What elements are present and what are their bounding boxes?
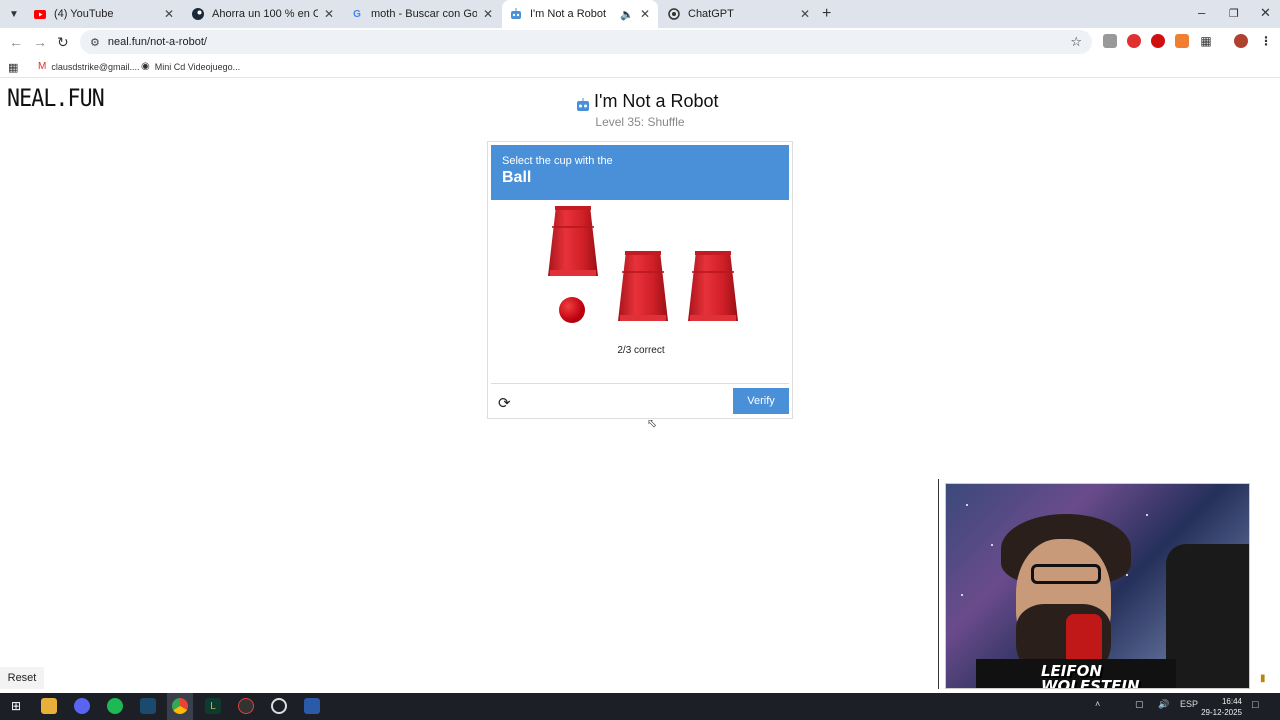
tab-title: ChatGPT [688, 8, 734, 20]
page-title-text: I'm Not a Robot [594, 91, 719, 111]
forward-arrow-icon[interactable]: → [33, 34, 47, 50]
robot-icon [576, 95, 590, 111]
close-icon[interactable]: ✕ [164, 7, 174, 21]
tab-title: moth - Buscar con Google [371, 8, 477, 20]
globe-icon: ◉ [141, 61, 150, 72]
spotify-icon[interactable] [107, 698, 123, 714]
youtube-icon [34, 8, 46, 20]
tab-search-button[interactable]: ▼ [4, 4, 24, 24]
file-explorer-icon[interactable] [41, 698, 57, 714]
bookmark-label: Mini Cd Videojuego... [154, 61, 241, 72]
new-tab-icon[interactable]: + [822, 5, 831, 23]
bookmark-mini-cd[interactable]: ◉ Mini Cd Videojuego... [141, 61, 240, 72]
refresh-icon[interactable]: ⟳ [498, 394, 511, 412]
cup-1[interactable] [546, 204, 600, 280]
minimize-icon[interactable]: – [1198, 5, 1205, 20]
tray-chevron-icon[interactable]: ˄ [1095, 699, 1100, 709]
network-icon[interactable]: ▢ [1135, 699, 1144, 710]
restore-icon[interactable]: ❐ [1229, 7, 1239, 20]
window-close-icon[interactable]: ✕ [1260, 5, 1271, 21]
close-icon[interactable]: ✕ [800, 7, 810, 21]
notifications-icon[interactable]: □ [1252, 699, 1259, 711]
settings-gear-icon[interactable] [271, 698, 287, 714]
ball [559, 297, 585, 323]
clock-time: 16:44 [1221, 697, 1242, 706]
level-subtitle: Level 35: Shuffle [595, 115, 685, 129]
apps-grid-icon[interactable]: ▦ [8, 61, 18, 74]
chrome-icon[interactable] [172, 698, 188, 714]
cup-2[interactable] [616, 249, 670, 325]
extension-icon[interactable] [1103, 34, 1117, 48]
steam-taskbar-icon[interactable] [140, 698, 156, 714]
tab-title: Ahorra un 100 % en Caveman W [212, 8, 318, 20]
steam-icon [192, 8, 204, 20]
google-icon: G [353, 8, 361, 20]
menu-kebab-icon[interactable]: ⋮ [1259, 34, 1273, 48]
windows-taskbar: ⊞ L ˄ ▢ 🔊 ESP 16:44 29-12-2025 □ [0, 693, 1280, 720]
page-title: I'm Not a Robot [576, 91, 719, 112]
speaker-icon[interactable]: 🔈 [620, 8, 634, 21]
back-arrow-icon[interactable]: ← [9, 34, 23, 50]
close-icon[interactable]: ✕ [483, 7, 493, 21]
puzzle-icon[interactable]: ▦ [1199, 34, 1213, 48]
captcha-header: Select the cup with the Ball [491, 145, 789, 200]
bookmark-star-icon[interactable]: ☆ [1070, 34, 1082, 50]
bookmark-label: clausdstrike@gmail.... [51, 61, 140, 72]
robot-icon [510, 8, 522, 20]
reset-button[interactable]: Reset [0, 667, 44, 689]
volume-icon[interactable]: 🔊 [1158, 699, 1169, 710]
league-icon[interactable]: L [205, 698, 221, 714]
glasses [1031, 564, 1101, 584]
tab-not-a-robot[interactable]: I'm Not a Robot 🔈 ✕ [502, 0, 658, 28]
chatgpt-icon [668, 8, 680, 20]
divider [938, 479, 939, 689]
bookmark-gmail[interactable]: M clausdstrike@gmail.... [38, 61, 140, 72]
captcha-footer: ⟳ Verify [491, 383, 789, 417]
clock-date: 29-12-2025 [1201, 708, 1242, 717]
captcha-widget: Select the cup with the Ball 2/3 correct… [487, 141, 793, 419]
profile-avatar[interactable] [1234, 34, 1248, 48]
language-indicator[interactable]: ESP [1180, 699, 1198, 709]
trash-icon[interactable]: ▮ [1260, 673, 1266, 684]
metamask-icon[interactable] [1175, 34, 1189, 48]
windows-start-icon[interactable]: ⊞ [8, 698, 24, 714]
captcha-target: Ball [502, 169, 532, 186]
neal-fun-logo[interactable]: NEAL.FUN [7, 84, 105, 112]
system-clock[interactable]: 16:44 29-12-2025 [1201, 696, 1242, 718]
mouse-cursor-icon: ⬁ [647, 416, 658, 430]
tab-steam[interactable]: Ahorra un 100 % en Caveman W ✕ [184, 0, 342, 28]
adblock-icon[interactable] [1127, 34, 1141, 48]
opera-icon[interactable] [1151, 34, 1165, 48]
cup-3[interactable] [686, 249, 740, 325]
tab-youtube[interactable]: (4) YouTube ✕ [26, 0, 182, 28]
captcha-instruction: Select the cup with the [502, 155, 613, 167]
verify-button[interactable]: Verify [733, 388, 789, 414]
tab-google[interactable]: G moth - Buscar con Google ✕ [343, 0, 501, 28]
tab-chatgpt[interactable]: ChatGPT ✕ [660, 0, 818, 28]
tab-title: I'm Not a Robot [530, 8, 607, 20]
streamer-logo: LEIFON WOLFSTEIN [1041, 664, 1140, 689]
chair [1166, 544, 1249, 688]
bookmarks-bar: ▦ M clausdstrike@gmail.... ◉ Mini Cd Vid… [0, 56, 1280, 78]
address-bar[interactable]: ⚙ neal.fun/not-a-robot/ ☆ [80, 30, 1092, 54]
obs-icon[interactable] [238, 698, 254, 714]
page-content: NEAL.FUN I'm Not a Robot Level 35: Shuff… [0, 79, 1280, 693]
discord-icon[interactable] [74, 698, 90, 714]
url-text: neal.fun/not-a-robot/ [107, 36, 207, 48]
tab-title: (4) YouTube [54, 8, 114, 20]
site-info-icon[interactable]: ⚙ [90, 36, 100, 49]
close-icon[interactable]: ✕ [324, 7, 334, 21]
score-text: 2/3 correct [617, 345, 665, 356]
webcam-overlay: LEIFON WOLFSTEIN [945, 483, 1250, 689]
gmail-icon: M [38, 61, 47, 72]
chevron-down-icon: ▼ [9, 8, 19, 20]
browser-tab-bar: ▼ (4) YouTube ✕ Ahorra un 100 % en Cavem… [0, 0, 1280, 28]
cups-area [488, 202, 794, 332]
app-window-icon[interactable] [304, 698, 320, 714]
logo-line-2: WOLFSTEIN [1041, 677, 1140, 689]
reload-icon[interactable]: ↻ [57, 34, 69, 51]
browser-toolbar: ← → ↻ ⚙ neal.fun/not-a-robot/ ☆ ▦ ⋮ [0, 28, 1280, 56]
close-icon[interactable]: ✕ [640, 7, 650, 21]
